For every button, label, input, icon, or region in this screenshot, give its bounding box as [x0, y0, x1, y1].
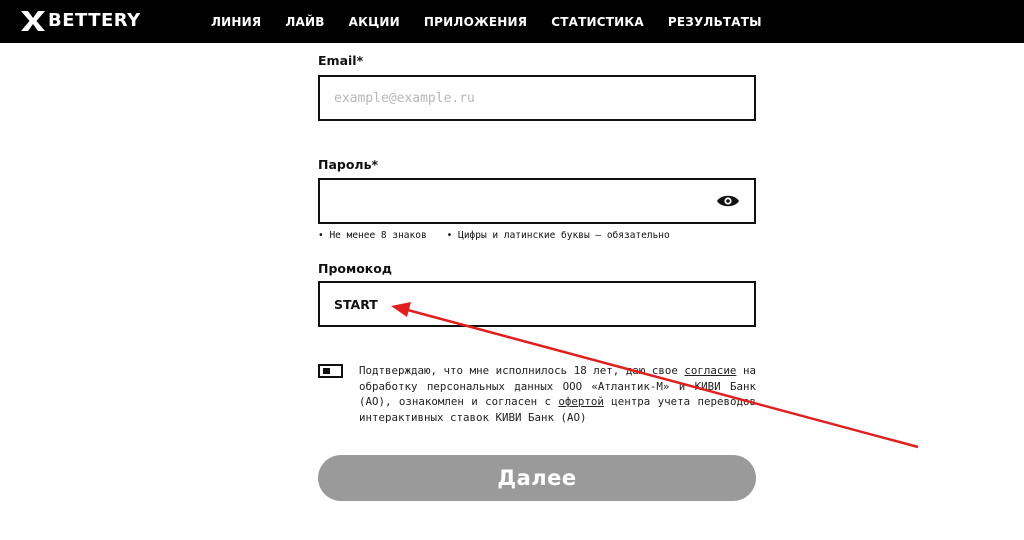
- consent-toggle[interactable]: [318, 364, 343, 378]
- consent-text: Подтверждаю, что мне исполнилось 18 лет,…: [359, 363, 756, 425]
- consent-text-part-1: Подтверждаю, что мне исполнилось 18 лет,…: [359, 364, 685, 377]
- offer-link[interactable]: офертой: [558, 395, 604, 408]
- email-label: Email*: [318, 53, 364, 68]
- password-field-box: [318, 178, 756, 224]
- promo-label: Промокод: [318, 261, 392, 276]
- password-label: Пароль*: [318, 157, 379, 172]
- nav-item-apps[interactable]: ПРИЛОЖЕНИЯ: [424, 15, 527, 29]
- password-input[interactable]: [320, 180, 714, 222]
- promo-field-box: [318, 281, 756, 327]
- email-input[interactable]: [320, 77, 714, 119]
- nav-item-live[interactable]: ЛАЙВ: [285, 15, 324, 29]
- next-button[interactable]: Далее: [318, 455, 756, 501]
- bettery-logo-icon: [21, 11, 45, 31]
- main-nav: ЛИНИЯ ЛАЙВ АКЦИИ ПРИЛОЖЕНИЯ СТАТИСТИКА Р…: [211, 0, 786, 43]
- password-hint-chars: • Цифры и латинские буквы — обязательно: [446, 230, 670, 241]
- nav-item-statistics[interactable]: СТАТИСТИКА: [551, 15, 644, 29]
- email-field-box: [318, 75, 756, 121]
- eye-icon[interactable]: [716, 193, 740, 209]
- consent-toggle-knob: [323, 368, 330, 374]
- password-hint-length: • Не менее 8 знаков: [318, 230, 427, 241]
- top-nav-bar: BETTERY ЛИНИЯ ЛАЙВ АКЦИИ ПРИЛОЖЕНИЯ СТАТ…: [0, 0, 1024, 43]
- nav-item-results[interactable]: РЕЗУЛЬТАТЫ: [668, 15, 762, 29]
- promo-input[interactable]: [320, 283, 714, 325]
- consent-link[interactable]: согласие: [684, 364, 736, 377]
- nav-item-promotions[interactable]: АКЦИИ: [349, 15, 400, 29]
- brand-name: BETTERY: [48, 10, 141, 31]
- brand-logo[interactable]: BETTERY: [20, 8, 141, 34]
- password-requirements: • Не менее 8 знаков • Цифры и латинские …: [318, 230, 690, 241]
- nav-item-line[interactable]: ЛИНИЯ: [211, 15, 261, 29]
